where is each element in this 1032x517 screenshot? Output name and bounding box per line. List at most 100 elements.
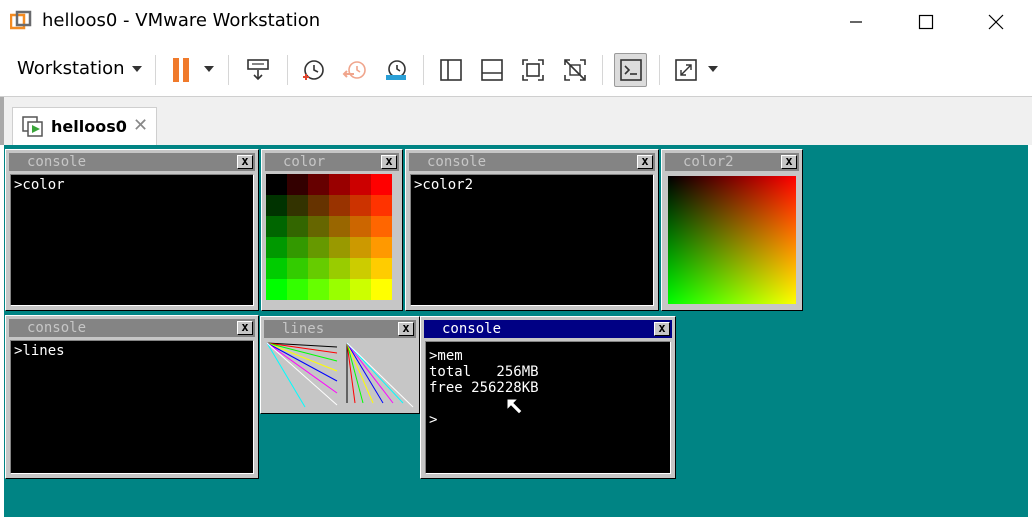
color-swatch (350, 195, 371, 216)
console-view-button[interactable] (614, 53, 647, 87)
unity-icon (564, 59, 586, 81)
send-ctrl-alt-del-button[interactable] (243, 55, 273, 85)
snapshot-manager-button[interactable] (381, 55, 411, 85)
library-pane-icon (440, 59, 462, 81)
color-swatch (329, 258, 350, 279)
console-screen[interactable]: >color (10, 174, 254, 306)
color-swatch (266, 279, 287, 300)
color-swatch (287, 237, 308, 258)
close-icon (988, 14, 1004, 30)
send-keys-icon (247, 59, 269, 81)
color-swatch (329, 279, 350, 300)
pause-dropdown-icon[interactable] (204, 66, 214, 72)
color-swatch (329, 237, 350, 258)
console-screen[interactable]: >mem total 256MB free 256228KB > (425, 341, 671, 474)
color-swatch (308, 216, 329, 237)
stretch-guest-button[interactable] (671, 55, 701, 85)
console-line: free 256228KB (429, 380, 539, 396)
close-icon[interactable]: x (237, 321, 253, 335)
toolbar-separator (659, 55, 660, 85)
take-snapshot-button[interactable] (298, 55, 328, 85)
title-bar: helloos0 - VMware Workstation (0, 0, 1032, 44)
minimize-button[interactable] (821, 0, 891, 44)
guest-window-console[interactable]: console x >color2 (405, 149, 659, 311)
color-swatch (308, 237, 329, 258)
guest-window-lines[interactable]: lines x (260, 316, 420, 414)
close-icon[interactable]: x (637, 155, 653, 169)
revert-snapshot-icon (342, 61, 366, 79)
color-swatch (308, 195, 329, 216)
snapshot-manager-icon (386, 60, 406, 80)
console-line: >mem (429, 348, 463, 364)
guest-window-console[interactable]: console x >color (5, 149, 259, 311)
color-swatch (371, 237, 392, 258)
toolbar-separator (602, 55, 603, 85)
close-tab-icon[interactable]: ✕ (133, 115, 148, 136)
window-title: console (442, 321, 502, 337)
mouse-cursor-icon (506, 398, 523, 415)
console-screen[interactable]: >lines (10, 340, 254, 474)
stretch-icon (675, 59, 697, 81)
pause-icon (173, 58, 189, 82)
window-titlebar[interactable]: console x (424, 320, 672, 338)
toolbar-separator (287, 55, 288, 85)
show-library-button[interactable] (436, 55, 466, 85)
workstation-menu[interactable]: Workstation (17, 58, 125, 79)
color-swatch (371, 258, 392, 279)
window-title: color (283, 154, 326, 170)
tab-helloos0[interactable]: helloos0 ✕ (12, 107, 157, 145)
close-icon[interactable]: x (654, 322, 670, 336)
window-titlebar[interactable]: console x (9, 153, 255, 171)
full-screen-button[interactable] (518, 55, 548, 85)
color-swatch (266, 237, 287, 258)
close-icon[interactable]: x (237, 155, 253, 169)
close-icon[interactable]: x (381, 155, 397, 169)
window-title: lines (282, 321, 325, 337)
color-gradient-canvas (668, 176, 796, 304)
color-swatch (287, 216, 308, 237)
toolbar-separator (423, 55, 424, 85)
guest-window-color[interactable]: color x (261, 149, 403, 311)
color-palette-grid (266, 174, 392, 300)
guest-window-console-active[interactable]: console x >mem total 256MB free 256228KB… (420, 316, 676, 479)
toolbar-separator (155, 55, 156, 85)
color-swatch (308, 279, 329, 300)
color-swatch (287, 195, 308, 216)
pause-button[interactable] (166, 55, 196, 85)
console-line: total 256MB (429, 364, 539, 380)
color-swatch (266, 258, 287, 279)
close-window-button[interactable] (961, 0, 1031, 44)
console-screen[interactable]: >color2 (410, 174, 654, 306)
stretch-dropdown-icon[interactable] (708, 66, 718, 72)
toolbar-separator (228, 55, 229, 85)
window-titlebar[interactable]: color x (265, 153, 399, 171)
window-title: console (27, 154, 87, 170)
color-swatch (308, 258, 329, 279)
console-icon (619, 59, 642, 81)
guest-window-color2[interactable]: color2 x (661, 149, 803, 311)
guest-window-console[interactable]: console x >lines (5, 315, 259, 479)
close-icon[interactable]: x (398, 322, 414, 336)
window-title: console (27, 320, 87, 336)
thumbnail-bar-button[interactable] (477, 55, 507, 85)
color-swatch (287, 174, 308, 195)
tab-label: helloos0 (51, 117, 127, 136)
maximize-icon (918, 14, 934, 30)
console-line: > (429, 412, 438, 428)
tab-strip: helloos0 ✕ (0, 97, 1032, 145)
vmware-logo-icon (10, 10, 32, 30)
maximize-button[interactable] (891, 0, 961, 44)
revert-snapshot-button[interactable] (340, 55, 370, 85)
window-titlebar[interactable]: lines x (264, 320, 416, 338)
chevron-down-icon[interactable] (132, 66, 142, 72)
unity-button[interactable] (560, 55, 590, 85)
color-swatch (371, 174, 392, 195)
window-title: helloos0 - VMware Workstation (42, 10, 321, 31)
vm-screen[interactable]: console x >color color x console x >colo… (4, 145, 1028, 517)
toolbar: Workstation (0, 44, 1032, 97)
window-titlebar[interactable]: color2 x (665, 153, 799, 171)
close-icon[interactable]: x (781, 155, 797, 169)
window-titlebar[interactable]: console x (9, 319, 255, 337)
window-titlebar[interactable]: console x (409, 153, 655, 171)
window-title: color2 (683, 154, 734, 170)
